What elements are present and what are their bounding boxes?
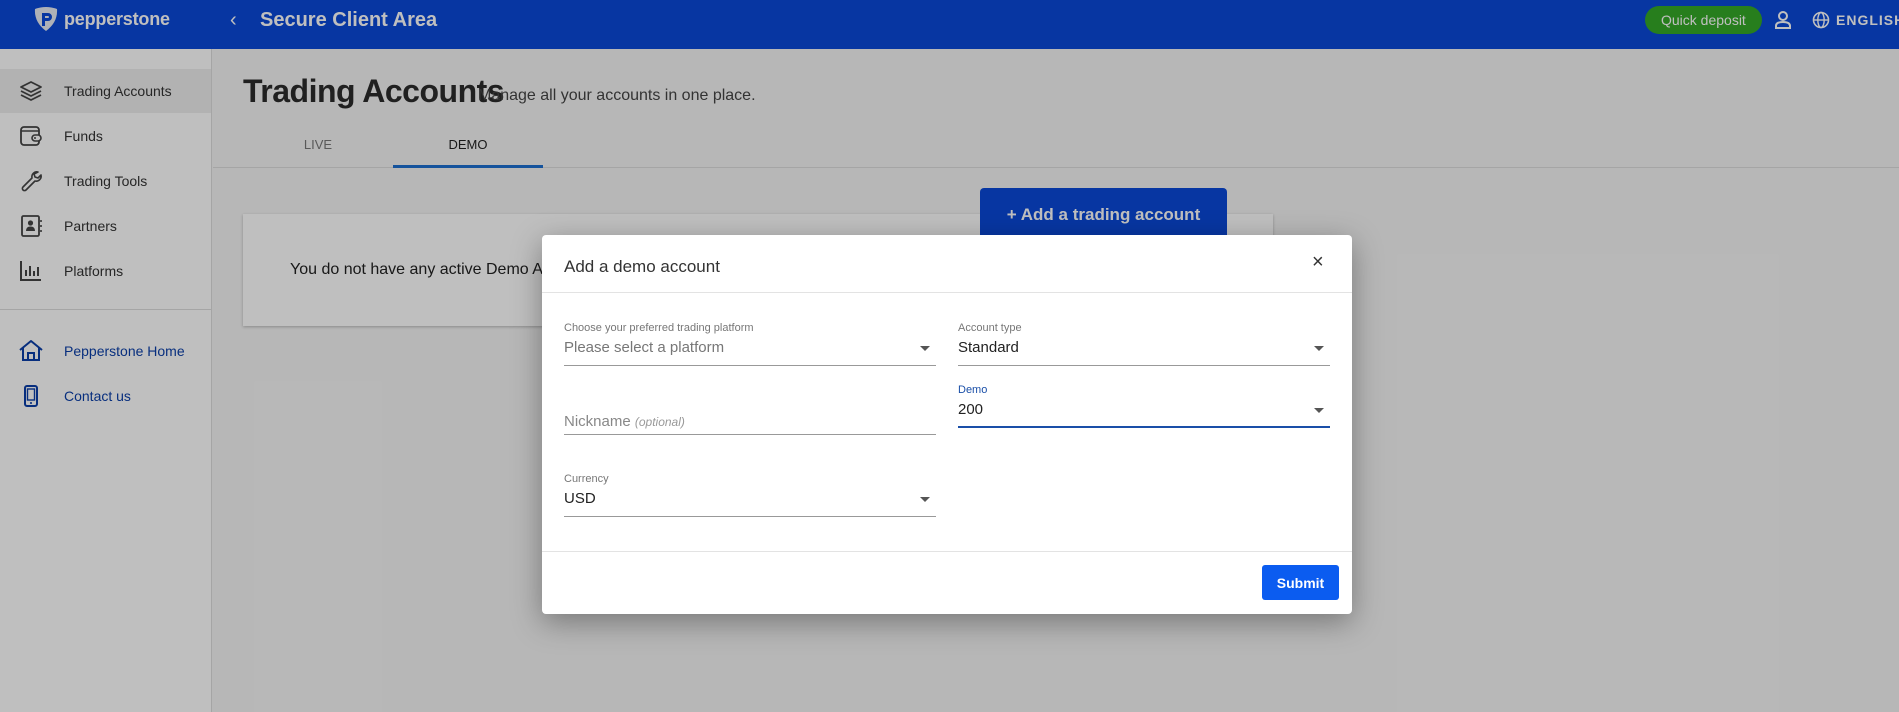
currency-label: Currency — [564, 473, 609, 485]
dialog-footer-divider — [542, 551, 1352, 552]
nickname-placeholder: Nickname (optional) — [564, 413, 685, 430]
currency-value: USD — [564, 490, 596, 507]
add-demo-account-dialog: Add a demo account × Choose your preferr… — [542, 235, 1352, 614]
account-type-value: Standard — [958, 339, 1019, 356]
submit-button[interactable]: Submit — [1262, 565, 1339, 600]
account-type-select[interactable]: Account type Standard — [958, 322, 1330, 366]
platform-select[interactable]: Choose your preferred trading platform P… — [564, 322, 936, 366]
demo-balance-label: Demo — [958, 384, 988, 396]
dropdown-caret-icon — [920, 346, 930, 351]
currency-select[interactable]: Currency USD — [564, 473, 936, 517]
dialog-title: Add a demo account — [564, 257, 720, 276]
dropdown-caret-icon — [1314, 408, 1324, 413]
platform-value: Please select a platform — [564, 339, 725, 356]
dropdown-caret-icon — [920, 497, 930, 502]
dropdown-caret-icon — [1314, 346, 1324, 351]
demo-balance-select[interactable]: Demo 200 — [958, 384, 1330, 428]
platform-label: Choose your preferred trading platform — [564, 322, 754, 334]
dialog-header: Add a demo account × — [542, 235, 1352, 293]
nickname-input[interactable]: Nickname (optional) — [564, 391, 936, 435]
demo-balance-value: 200 — [958, 401, 984, 418]
close-icon[interactable]: × — [1312, 251, 1324, 274]
account-type-label: Account type — [958, 322, 1022, 334]
